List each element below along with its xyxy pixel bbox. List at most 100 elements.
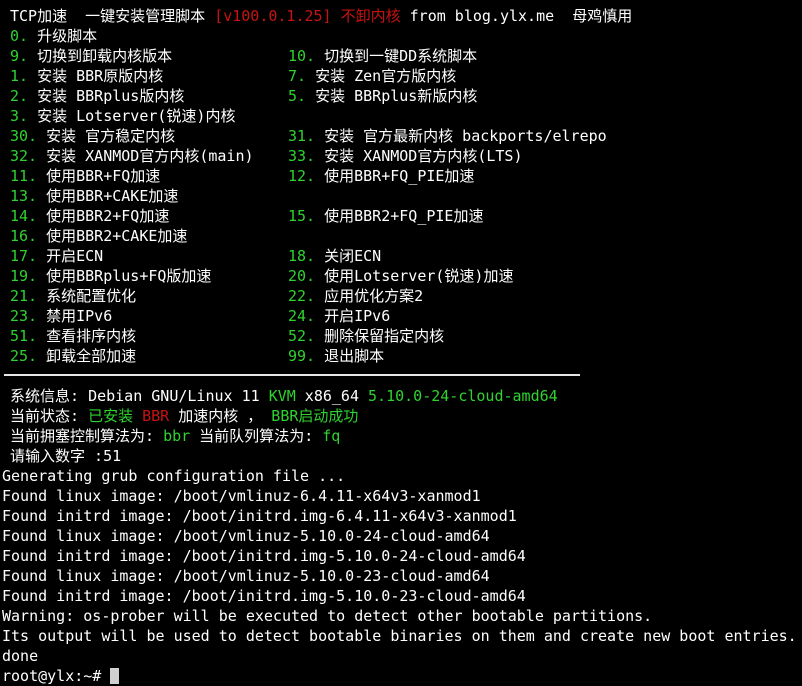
menu-option-11[interactable]: 11. 使用BBR+FQ加速 bbox=[10, 166, 160, 186]
output-line: Generating grub configuration file ... bbox=[2, 467, 346, 485]
menu-option-20[interactable]: 20. 使用Lotserver(锐速)加速 bbox=[288, 266, 513, 286]
menu-option-label: 使用BBR2+CAKE加速 bbox=[37, 227, 188, 245]
menu-option-31[interactable]: 31. 安装 官方最新内核 backports/elrepo bbox=[288, 126, 607, 146]
menu-option-22[interactable]: 22. 应用优化方案2 bbox=[288, 286, 423, 306]
menu-option-number: 7. bbox=[288, 67, 307, 85]
congestion-control-label: 当前拥塞控制算法为: bbox=[10, 427, 164, 445]
qdisc-label: 当前队列算法为: bbox=[190, 427, 323, 445]
menu-option-label: 使用BBR+FQ加速 bbox=[37, 167, 161, 185]
menu-option-number: 18. bbox=[288, 247, 316, 265]
menu-option-number: 99. bbox=[288, 347, 316, 365]
state-algorithm-name: BBR bbox=[133, 407, 179, 425]
menu-row: 19. 使用BBRplus+FQ版加速 20. 使用Lotserver(锐速)加速 bbox=[0, 266, 802, 286]
menu-option-99[interactable]: 99. 退出脚本 bbox=[288, 346, 384, 366]
state-kernel-text: 加速内核 ， bbox=[178, 407, 272, 425]
output-line: Found linux image: /boot/vmlinuz-5.10.0-… bbox=[2, 567, 490, 585]
menu-option-23[interactable]: 23. 禁用IPv6 bbox=[10, 306, 112, 326]
menu-option-number: 32. bbox=[10, 147, 38, 165]
script-title-text: TCP加速 一键安装管理脚本 bbox=[10, 7, 215, 25]
menu-option-label: 升级脚本 bbox=[28, 27, 98, 45]
system-info-line: 系统信息: Debian GNU/Linux 11 KVM x86_64 5.1… bbox=[0, 386, 802, 406]
menu-option-5[interactable]: 5. 安装 BBRplus新版内核 bbox=[288, 86, 477, 106]
menu-option-label: 安装 Zen官方版内核 bbox=[306, 67, 457, 85]
menu-row: 30. 安装 官方稳定内核 31. 安装 官方最新内核 backports/elr… bbox=[0, 126, 802, 146]
shell-prompt-line[interactable]: root@ylx:~# bbox=[0, 666, 802, 686]
menu-option-number: 21. bbox=[10, 287, 38, 305]
menu-option-number: 0. bbox=[10, 27, 29, 45]
menu-option-number: 10. bbox=[288, 47, 316, 65]
menu-row: 9. 切换到卸载内核版本 10. 切换到一键DD系统脚本 bbox=[0, 46, 802, 66]
menu-option-label: 安装 BBR原版内核 bbox=[28, 67, 164, 85]
current-state-label: 当前状态: bbox=[10, 407, 89, 425]
menu-option-21[interactable]: 21. 系统配置优化 bbox=[10, 286, 136, 306]
menu-option-label: 切换到卸载内核版本 bbox=[28, 47, 173, 65]
menu-option-number: 51. bbox=[10, 327, 38, 345]
menu-option-10[interactable]: 10. 切换到一键DD系统脚本 bbox=[288, 46, 477, 66]
menu-row: 23. 禁用IPv6 24. 开启IPv6 bbox=[0, 306, 802, 326]
menu-option-number: 16. bbox=[10, 227, 38, 245]
menu-option-number: 23. bbox=[10, 307, 38, 325]
output-line: Found initrd image: /boot/initrd.img-6.4… bbox=[2, 507, 517, 525]
menu-option-label: 卸载全部加速 bbox=[37, 347, 137, 365]
congestion-control-line: 当前拥塞控制算法为: bbr 当前队列算法为: fq bbox=[0, 426, 802, 446]
menu-option-9[interactable]: 9. 切换到卸载内核版本 bbox=[10, 46, 172, 66]
menu-option-32[interactable]: 32. 安装 XANMOD官方内核(main) bbox=[10, 146, 254, 166]
menu-option-0[interactable]: 0. 升级脚本 bbox=[10, 26, 97, 46]
menu-option-24[interactable]: 24. 开启IPv6 bbox=[288, 306, 390, 326]
menu-option-label: 使用BBR2+FQ_PIE加速 bbox=[315, 207, 484, 225]
menu-option-52[interactable]: 52. 删除保留指定内核 bbox=[288, 326, 444, 346]
number-prompt-label: 请输入数字 : bbox=[10, 447, 104, 465]
menu-option-number: 17. bbox=[10, 247, 38, 265]
number-prompt-line[interactable]: 请输入数字 :51 bbox=[0, 446, 802, 466]
menu-option-number: 11. bbox=[10, 167, 38, 185]
menu-option-13[interactable]: 13. 使用BBR+CAKE加速 bbox=[10, 186, 178, 206]
menu-option-number: 1. bbox=[10, 67, 29, 85]
menu-option-15[interactable]: 15. 使用BBR2+FQ_PIE加速 bbox=[288, 206, 483, 226]
menu-option-2[interactable]: 2. 安装 BBRplus版内核 bbox=[10, 86, 184, 106]
output-line: Found initrd image: /boot/initrd.img-5.1… bbox=[2, 547, 526, 565]
menu-option-17[interactable]: 17. 开启ECN bbox=[10, 246, 103, 266]
menu-option-51[interactable]: 51. 查看排序内核 bbox=[10, 326, 136, 346]
menu-row: 0. 升级脚本 bbox=[0, 26, 802, 46]
menu-option-33[interactable]: 33. 安装 XANMOD官方内核(LTS) bbox=[288, 146, 523, 166]
menu-option-label: 开启IPv6 bbox=[315, 307, 391, 325]
output-line: Found initrd image: /boot/initrd.img-5.1… bbox=[2, 587, 526, 605]
menu-row: 51. 查看排序内核 52. 删除保留指定内核 bbox=[0, 326, 802, 346]
script-title-warning: 不卸内核 bbox=[331, 7, 401, 25]
menu-list: 0. 升级脚本 9. 切换到卸载内核版本 10. 切换到一键DD系统脚本 1. 安装 … bbox=[0, 26, 802, 366]
output-line: done bbox=[2, 647, 39, 665]
congestion-control-value: bbr bbox=[163, 427, 191, 445]
menu-row: 25. 卸载全部加速 99. 退出脚本 bbox=[0, 346, 802, 366]
menu-option-3[interactable]: 3. 安装 Lotserver(锐速)内核 bbox=[10, 106, 235, 126]
menu-option-18[interactable]: 18. 关闭ECN bbox=[288, 246, 381, 266]
output-line: Found linux image: /boot/vmlinuz-5.10.0-… bbox=[2, 527, 490, 545]
menu-option-label: 切换到一键DD系统脚本 bbox=[315, 47, 478, 65]
menu-option-label: 关闭ECN bbox=[315, 247, 382, 265]
shell-prompt-text: root@ylx:~# bbox=[2, 667, 111, 685]
current-state-line: 当前状态: 已安装 BBR 加速内核 ， BBR启动成功 bbox=[0, 406, 802, 426]
menu-option-label: 删除保留指定内核 bbox=[315, 327, 445, 345]
menu-option-label: 查看排序内核 bbox=[37, 327, 137, 345]
menu-option-25[interactable]: 25. 卸载全部加速 bbox=[10, 346, 136, 366]
script-title-source: from blog.ylx.me 母鸡慎用 bbox=[400, 7, 633, 25]
menu-option-label: 安装 BBRplus新版内核 bbox=[306, 87, 478, 105]
menu-option-number: 25. bbox=[10, 347, 38, 365]
menu-option-number: 5. bbox=[288, 87, 307, 105]
terminal-window: TCP加速 一键安装管理脚本 [v100.0.1.25] 不卸内核 from b… bbox=[0, 0, 802, 685]
menu-option-label: 安装 Lotserver(锐速)内核 bbox=[28, 107, 236, 125]
menu-option-1[interactable]: 1. 安装 BBR原版内核 bbox=[10, 66, 163, 86]
menu-option-7[interactable]: 7. 安装 Zen官方版内核 bbox=[288, 66, 456, 86]
system-info-virtualization: KVM bbox=[268, 387, 296, 405]
menu-option-30[interactable]: 30. 安装 官方稳定内核 bbox=[10, 126, 175, 146]
system-info-arch: x86_64 bbox=[295, 387, 369, 405]
menu-row: 2. 安装 BBRplus版内核 5. 安装 BBRplus新版内核 bbox=[0, 86, 802, 106]
menu-option-label: 开启ECN bbox=[37, 247, 104, 265]
menu-option-12[interactable]: 12. 使用BBR+FQ_PIE加速 bbox=[288, 166, 474, 186]
divider-row bbox=[0, 366, 802, 386]
menu-option-14[interactable]: 14. 使用BBR2+FQ加速 bbox=[10, 206, 169, 226]
menu-option-number: 31. bbox=[288, 127, 316, 145]
system-info-label: 系统信息: bbox=[10, 387, 89, 405]
menu-option-16[interactable]: 16. 使用BBR2+CAKE加速 bbox=[10, 226, 187, 246]
menu-option-19[interactable]: 19. 使用BBRplus+FQ版加速 bbox=[10, 266, 211, 286]
menu-option-number: 15. bbox=[288, 207, 316, 225]
